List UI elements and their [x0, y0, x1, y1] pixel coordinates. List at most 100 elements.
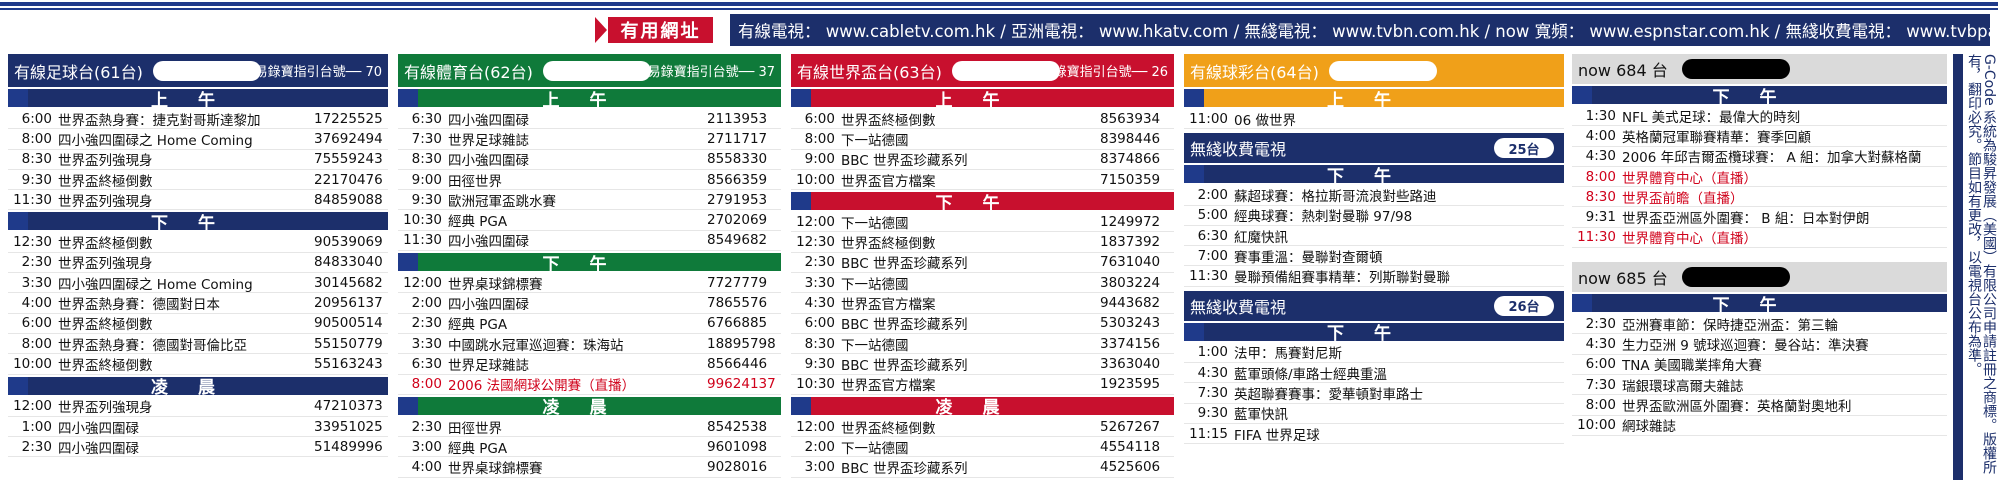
program-title: 四小強四圍碌 [58, 420, 139, 437]
program-title: 亞洲賽車節：保時捷亞洲盃：第三輪 [1622, 317, 1838, 334]
program-time: 9:30 [1197, 405, 1228, 422]
program-row: 9:30 歐洲冠軍盃跳水賽 2791953 [398, 190, 781, 211]
program-time: 11:30 [1189, 268, 1228, 285]
program-row: 11:30 世界盃列強現身 84859088 [8, 190, 388, 211]
gcode-number: 7631040 [1100, 254, 1161, 271]
program-title: NFL 美式足球：最偉大的時刻 [1622, 109, 1801, 126]
program-time: 8:00 [21, 335, 52, 352]
program-row: 9:00 BBC 世界盃珍藏系列 8374866 [791, 150, 1174, 170]
program-title: 世界盃官方檔案 [841, 173, 936, 190]
program-time: 12:30 [13, 234, 52, 251]
program-title: 世界盃歐洲區外圍賽：英格蘭對奧地利 [1622, 398, 1852, 415]
program-time: 7:30 [1197, 385, 1228, 402]
program-title: 世界盃熱身賽：德國對哥倫比亞 [58, 337, 247, 354]
program-row: 4:00 世界桌球錦標賽 9028016 [398, 457, 781, 478]
block-title: 無綫收費電視 [1190, 297, 1287, 317]
program-time: 8:30 [1585, 188, 1616, 205]
section-edge [8, 89, 28, 107]
gcode-number: 1923595 [1100, 376, 1161, 393]
gcode-number: 20956137 [314, 295, 383, 312]
section-label: 凌晨 [935, 398, 1030, 419]
program-time: 11:15 [1189, 425, 1228, 442]
program-row: 3:00 BBC 世界盃珍藏系列 4525606 [791, 457, 1174, 478]
program-title: 生力亞洲 9 號球巡迴賽：曼谷站：準決賽 [1622, 338, 1869, 355]
program-time: 3:00 [804, 459, 835, 476]
program-row: 11:30 四小強四圍碌 8549682 [398, 231, 781, 252]
program-title: 英超聯賽賽事：愛華頓對車路士 [1234, 387, 1423, 404]
program-title: 世界盃列強現身 [58, 193, 153, 210]
program-title: 下一站德國 [841, 276, 909, 293]
program-row: 10:00 網球雜誌 [1572, 416, 1947, 436]
program-time: 8:00 [411, 376, 442, 393]
program-row: 3:30 下一站德國 3803224 [791, 273, 1174, 294]
program-time: 4:00 [21, 295, 52, 312]
program-row: 6:00 世界盃終極倒數 90500514 [8, 314, 388, 334]
gcode-number: 51489996 [314, 438, 383, 455]
program-time: 3:30 [21, 274, 52, 291]
panel-title: 有線世界盃台(63台) [797, 62, 942, 82]
program-title: 藍軍頭條/車路士經典重溫 [1234, 366, 1388, 383]
program-title: 世界盃終極倒數 [841, 112, 936, 129]
section-label: 下午 [151, 213, 245, 234]
program-time: 6:00 [804, 315, 835, 332]
program-title: 經典球賽：熱刺對曼聯 97/98 [1234, 209, 1413, 226]
program-time: 8:30 [411, 151, 442, 168]
program-title: 曼聯預備組賽事精華：列斯聯對曼聯 [1234, 270, 1450, 287]
section-header: 凌晨 [791, 396, 1174, 418]
gcode-number: 9028016 [707, 459, 768, 476]
program-row: 12:30 世界盃終極倒數 90539069 [8, 232, 388, 253]
program-title: 2006 法國網球公開賽（直播） [448, 378, 636, 395]
panel-title: 有線體育台(62台) [404, 62, 533, 82]
program-time: 6:00 [21, 315, 52, 332]
program-title: 2006 年邱吉爾盃欖球賽： A 組：加拿大對蘇格蘭 [1622, 150, 1922, 167]
program-time: 2:30 [411, 418, 442, 435]
program-time: 4:30 [1197, 364, 1228, 381]
now-panel: now 684 台 下午 1:30 NFL 美式足球：最偉大的時刻 4:00 英格蘭冠軍… [1572, 54, 1947, 480]
program-row: 11:30 曼聯預備組賽事精華：列斯聯對曼聯 [1184, 266, 1564, 287]
tv-guide-page: 有用網址 有線電視： www.cabletv.com.hk / 亞洲電視： ww… [0, 0, 1998, 500]
program-time: 2:30 [21, 254, 52, 271]
section-edge [1572, 294, 1592, 313]
program-row: 8:30 世界盃前瞻（直播） [1572, 187, 1947, 208]
gcode-number: 90500514 [314, 315, 383, 332]
panel-title: 有線足球台(61台) [14, 62, 143, 82]
gcode-number: 7865576 [707, 295, 768, 312]
program-time: 10:00 [796, 171, 835, 188]
program-title: 世界盃官方檔案 [841, 297, 936, 314]
program-row: 12:00 世界盃列強現身 47210373 [8, 397, 388, 417]
program-title: 下一站德國 [841, 440, 909, 457]
program-title: 四小強四圍碌之 Home Coming [58, 276, 253, 293]
gcode-number: 8398446 [1100, 130, 1161, 147]
program-row: 8:00 2006 法國網球公開賽（直播） 99624137 [398, 375, 781, 395]
program-row: 2:30 亞洲賽車節：保時捷亞洲盃：第三輪 [1572, 314, 1947, 335]
gcode-number: 2711717 [707, 130, 768, 147]
program-time: 9:31 [1585, 209, 1616, 226]
program-row: 4:00 世界盃熱身賽：德國對日本 20956137 [8, 293, 388, 314]
program-time: 2:30 [1585, 315, 1616, 332]
program-row: 7:00 賽事重溫：曼聯對查爾頓 [1184, 246, 1564, 267]
section-label: 上午 [542, 90, 637, 111]
now-684-header: now 684 台 [1572, 54, 1947, 84]
section-edge [791, 89, 811, 107]
program-time: 10:30 [796, 376, 835, 393]
program-time: 8:00 [21, 130, 52, 147]
program-row: 10:30 世界盃官方檔案 1923595 [791, 375, 1174, 395]
program-time: 2:30 [411, 315, 442, 332]
section-header: 下午 [791, 192, 1174, 214]
gcode-number: 47210373 [314, 398, 383, 415]
program-row: 6:30 四小強四圍碌 2113953 [398, 109, 781, 130]
channel-panel-62: 有線體育台(62台) 易錄寶指引台號── 37 上午 6:30 四小強四圍碌 211395… [398, 54, 781, 480]
program-row: 10:00 世界盃終極倒數 55163243 [8, 354, 388, 375]
program-title: BBC 世界盃珍藏系列 [841, 256, 968, 273]
links-label: 有用網址 [608, 17, 713, 43]
links-arrow-icon [595, 17, 607, 43]
program-row: 4:30 世界盃官方檔案 9443682 [791, 293, 1174, 314]
program-row: 4:00 英格蘭冠軍聯賽精華：賽季回顧 [1572, 126, 1947, 147]
program-time: 4:00 [791, 479, 841, 480]
program-time: 12:00 [796, 213, 835, 230]
program-title: 世界桌球錦標賽 [448, 276, 543, 293]
program-row: 7:30 世界足球雜誌 2711717 [398, 129, 781, 150]
program-time: 12:00 [796, 418, 835, 435]
channel-pill [1328, 60, 1437, 81]
program-title: 世界盃終極倒數 [58, 236, 153, 253]
